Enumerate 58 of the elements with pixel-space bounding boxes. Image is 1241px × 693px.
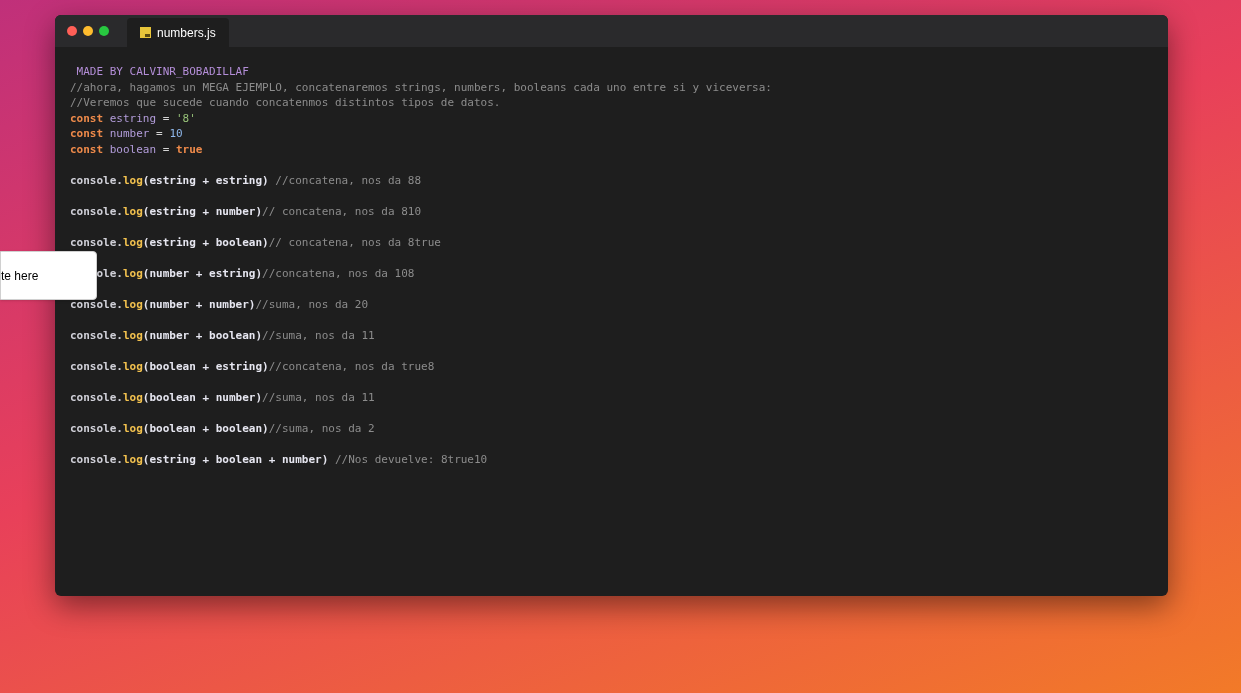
code-method: log [123,390,143,404]
code-comment: //concatena, nos da 108 [262,266,415,280]
code-arguments: (boolean + estring) [142,359,269,373]
code-object: console. [70,204,123,218]
code-comment: //suma, nos da 11 [262,328,375,342]
file-tab[interactable]: numbers.js [127,18,229,47]
code-object: console. [70,359,123,373]
code-arguments: (estring + boolean + number) [142,452,330,466]
code-method: log [123,421,143,435]
code-variable: estring [109,111,157,125]
code-method: log [123,204,143,218]
code-method: log [123,328,143,342]
code-arguments: (estring + estring) [142,173,270,187]
code-object: console. [70,452,123,466]
code-comment: //suma, nos da 20 [255,297,369,311]
code-method: log [123,452,143,466]
code-variable: boolean [109,142,157,156]
code-method: log [123,266,143,280]
banner-comment: MADE BY CALVINR_BOBADILLAF [75,65,249,78]
code-arguments: (boolean + number) [142,390,263,404]
code-comment: // concatena, nos da 8true [268,235,441,249]
code-arguments: (number + boolean) [142,328,263,342]
code-arguments: (estring + boolean) [142,235,269,249]
code-object: ole. [96,266,123,280]
code-string: '8' [176,111,196,125]
code-object: console. [70,390,123,404]
code-operator: = [161,111,171,125]
code-comment: //concatena, nos da 88 [275,173,421,187]
code-comment: //Veremos que sucede cuando concatenmos distintos tipos de datos. [70,96,501,109]
code-arguments: (number + estring) [142,266,263,280]
code-operator: = [161,142,171,156]
code-comment: //suma, nos da 2 [268,421,375,435]
code-object: console. [70,297,123,311]
code-keyword: const [70,127,105,140]
code-method: log [123,297,143,311]
code-method: log [123,173,143,187]
code-object: console. [70,328,123,342]
code-variable: number [109,127,150,140]
code-comment: //Nos devuelve: 8true10 [334,452,488,466]
code-arguments: (estring + number) [142,204,263,218]
code-object: console. [70,421,123,435]
code-method: log [123,359,143,373]
text-note: te here [0,251,97,300]
code-comment: //ahora, hagamos un MEGA EJEMPLO, concatenaremos strings, numbers, booleans cada uno entre si y viceversa: [70,80,772,94]
code-number: 10 [169,127,183,140]
code-boolean: true [176,142,203,156]
code-comment: //suma, nos da 11 [262,390,375,404]
code-object: console. [70,235,123,249]
js-file-icon [140,27,151,38]
code-object: console. [70,173,123,187]
code-keyword: const [70,111,105,125]
code-comment: //concatena, nos da true8 [268,359,435,373]
code-operator: = [155,127,164,140]
code-keyword: const [70,142,105,156]
code-arguments: (boolean + boolean) [142,421,269,435]
code-method: log [123,235,143,249]
code-comment: // concatena, nos da 810 [262,204,422,218]
code-arguments: (number + number) [142,297,256,311]
